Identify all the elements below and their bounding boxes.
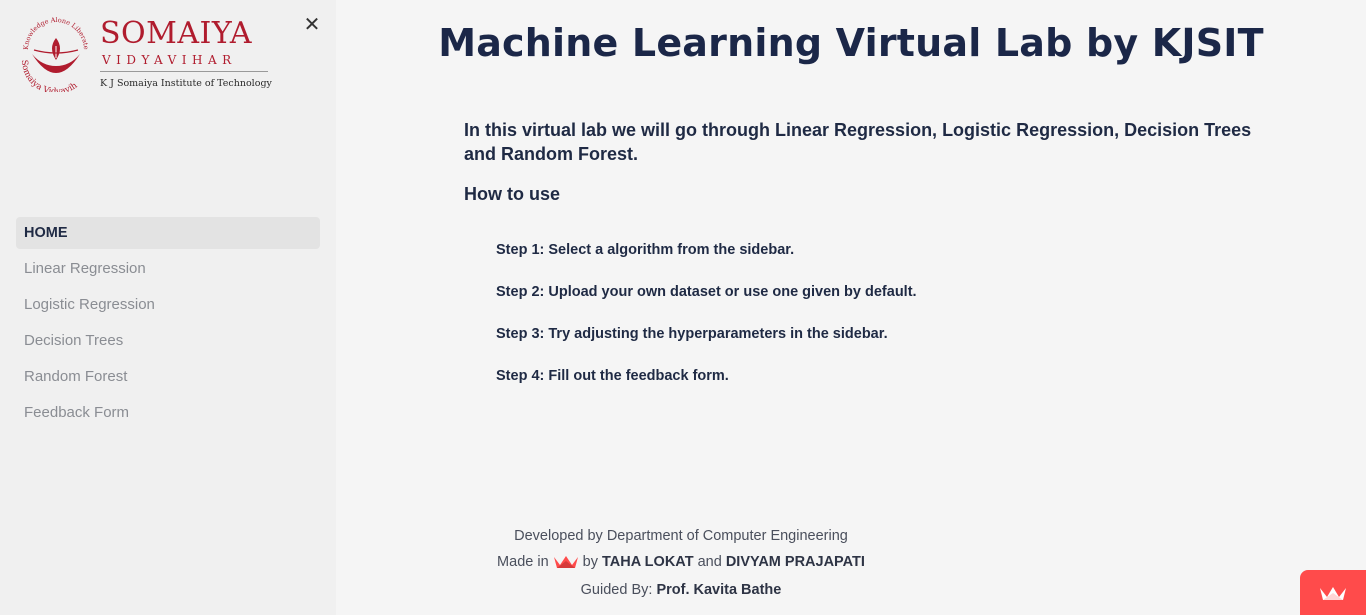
sidebar: Knowledge Alone Liberates Somaiya Vidyav… <box>0 0 336 615</box>
footer-credits: Made in by TAHA LOKAT and DIVYAM PRAJAPAT… <box>336 550 1026 579</box>
sidebar-nav: HOME Linear Regression Logistic Regressi… <box>16 217 320 433</box>
how-to-use-heading: How to use <box>464 184 561 204</box>
main-content: Machine Learning Virtual Lab by KJSIT In… <box>336 0 1366 615</box>
footer-author-2: DIVYAM PRAJAPATI <box>725 553 865 570</box>
footer-by: by <box>582 553 598 570</box>
logo-divider <box>100 71 268 72</box>
somaiya-emblem-icon: Knowledge Alone Liberates Somaiya Vidyav… <box>18 16 90 92</box>
crown-icon <box>1320 586 1346 600</box>
step-item: Step 4: Fill out the feedback form. <box>496 368 729 384</box>
nav-item-random-forest[interactable]: Random Forest <box>16 361 320 393</box>
nav-item-feedback-form[interactable]: Feedback Form <box>16 397 320 429</box>
step-item: Step 2: Upload your own dataset or use o… <box>496 284 917 300</box>
close-icon[interactable]: ✕ <box>300 12 324 36</box>
footer-and: and <box>697 553 722 570</box>
streamlit-badge[interactable] <box>1300 570 1366 615</box>
logo-subtitle: VIDYAVIHAR <box>102 53 237 67</box>
intro-text: In this virtual lab we will go through L… <box>464 120 1252 164</box>
nav-item-decision-trees[interactable]: Decision Trees <box>16 325 320 357</box>
nav-item-home[interactable]: HOME <box>16 217 320 249</box>
footer-guide: Prof. Kavita Bathe <box>656 582 782 598</box>
footer: Developed by Department of Computer Engi… <box>336 524 1026 604</box>
step-item: Step 1: Select a algorithm from the side… <box>496 242 795 258</box>
page-title: Machine Learning Virtual Lab by KJSIT <box>438 21 1264 65</box>
footer-author-1: TAHA LOKAT <box>602 553 694 570</box>
footer-guided: Guided By: Prof. Kavita Bathe <box>336 578 1026 604</box>
logo-name: SOMAIYA <box>100 16 253 51</box>
streamlit-crown-icon <box>553 553 579 579</box>
footer-made-in: Made in <box>497 553 549 570</box>
steps-list: Step 1: Select a algorithm from the side… <box>496 240 1196 408</box>
nav-item-linear-regression[interactable]: Linear Regression <box>16 253 320 285</box>
footer-guided-label: Guided By: <box>580 582 653 598</box>
footer-department: Developed by Department of Computer Engi… <box>514 528 848 544</box>
logo-institute: K J Somaiya Institute of Technology <box>100 78 272 89</box>
nav-item-logistic-regression[interactable]: Logistic Regression <box>16 289 320 321</box>
step-item: Step 3: Try adjusting the hyperparameter… <box>496 326 888 342</box>
somaiya-logo: Knowledge Alone Liberates Somaiya Vidyav… <box>18 16 280 96</box>
